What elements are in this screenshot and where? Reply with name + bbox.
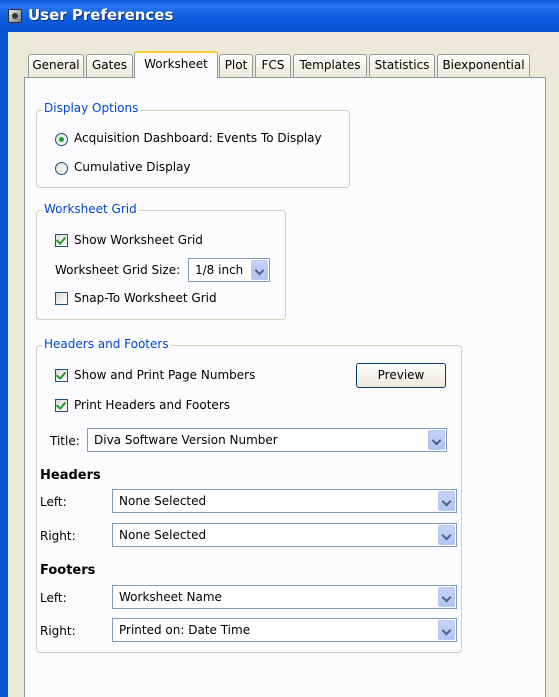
title-label: Title: (50, 434, 80, 448)
acquisition-dashboard-radio[interactable] (55, 133, 68, 146)
print-headers-label[interactable]: Print Headers and Footers (74, 398, 230, 412)
chevron-down-icon[interactable] (438, 587, 455, 607)
title-select[interactable]: Diva Software Version Number (87, 428, 447, 452)
tab-biexponential[interactable]: Biexponential (437, 54, 530, 77)
header-left-value: None Selected (119, 494, 207, 508)
window-title: User Preferences (28, 6, 174, 24)
show-grid-checkbox[interactable] (55, 234, 68, 247)
title-value: Diva Software Version Number (94, 433, 278, 447)
footer-right-label: Right: (40, 624, 76, 638)
footers-heading: Footers (40, 563, 96, 578)
header-left-select[interactable]: None Selected (112, 489, 457, 513)
chevron-down-icon[interactable] (438, 620, 455, 640)
grid-size-label: Worksheet Grid Size: (55, 263, 181, 277)
grid-size-select[interactable]: 1/8 inch (188, 258, 270, 282)
header-right-label: Right: (40, 529, 76, 543)
snap-grid-label[interactable]: Snap-To Worksheet Grid (74, 291, 217, 305)
preview-button[interactable]: Preview (356, 363, 446, 388)
display-options-group (36, 110, 350, 188)
page-numbers-checkbox[interactable] (55, 369, 68, 382)
tab-general[interactable]: General (28, 54, 84, 77)
display-options-legend: Display Options (42, 101, 141, 115)
app-icon[interactable] (8, 9, 22, 23)
footer-left-select[interactable]: Worksheet Name (112, 585, 457, 609)
footer-left-label: Left: (40, 591, 67, 605)
tab-plot[interactable]: Plot (219, 54, 253, 77)
snap-grid-checkbox[interactable] (55, 292, 68, 305)
show-grid-label[interactable]: Show Worksheet Grid (74, 233, 203, 247)
chevron-down-icon[interactable] (438, 525, 455, 545)
title-bar[interactable]: User Preferences (0, 0, 559, 32)
chevron-down-icon[interactable] (251, 260, 268, 280)
chevron-down-icon[interactable] (438, 491, 455, 511)
tab-statistics[interactable]: Statistics (369, 54, 435, 77)
footer-right-value: Printed on: Date Time (119, 623, 251, 637)
cumulative-display-label[interactable]: Cumulative Display (74, 160, 191, 174)
cumulative-display-radio[interactable] (55, 162, 68, 175)
acquisition-dashboard-label[interactable]: Acquisition Dashboard: Events To Display (74, 131, 322, 145)
tab-fcs[interactable]: FCS (255, 54, 291, 77)
worksheet-grid-legend: Worksheet Grid (42, 202, 139, 216)
chevron-down-icon[interactable] (428, 430, 445, 450)
footer-left-value: Worksheet Name (119, 590, 222, 604)
tab-gates[interactable]: Gates (86, 54, 133, 77)
tab-worksheet[interactable]: Worksheet (134, 51, 218, 78)
print-headers-checkbox[interactable] (55, 399, 68, 412)
footer-right-select[interactable]: Printed on: Date Time (112, 618, 457, 642)
headers-footers-legend: Headers and Footers (42, 337, 171, 351)
header-left-label: Left: (40, 495, 67, 509)
tab-templates[interactable]: Templates (293, 54, 367, 77)
header-right-value: None Selected (119, 528, 207, 542)
header-right-select[interactable]: None Selected (112, 523, 457, 547)
headers-heading: Headers (40, 468, 101, 483)
page-numbers-label[interactable]: Show and Print Page Numbers (74, 368, 255, 382)
grid-size-value: 1/8 inch (195, 263, 244, 277)
window-frame (0, 32, 8, 697)
